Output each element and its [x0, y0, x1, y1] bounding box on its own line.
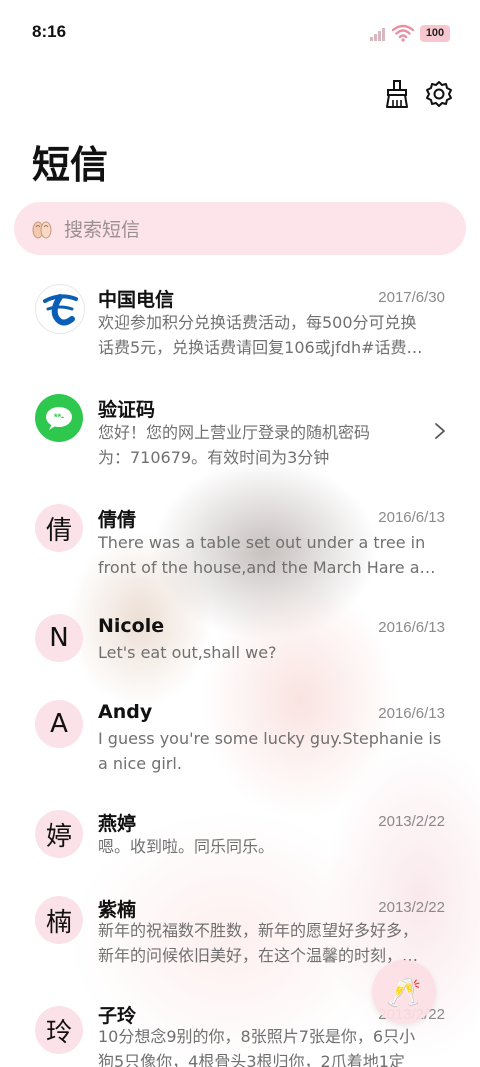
page-title: 短信	[32, 143, 109, 187]
preview-line: Let's eat out,shall we?	[98, 643, 277, 662]
battery-icon: 100	[420, 25, 450, 42]
china-telecom-logo	[43, 294, 78, 326]
message-bubble-icon: **-	[46, 407, 72, 430]
search-icon	[32, 221, 52, 238]
list-item[interactable]: 婷 燕婷 2013/2/22 嗯。收到啦。同乐同乐。	[0, 794, 480, 880]
list-item[interactable]: N Nicole 2016/6/13 Let's eat out,shall w…	[0, 598, 480, 684]
message-preview: 嗯。收到啦。同乐同乐。	[98, 834, 445, 859]
preview-line: 新年的祝福数不胜数，新年的愿望好多好多，	[98, 921, 419, 940]
message-date: 2016/6/13	[378, 619, 445, 636]
preview-line: 您好！您的网上营业厅登录的随机密码	[98, 423, 371, 442]
message-preview: I guess you're some lucky guy.Stephanie …	[98, 726, 445, 776]
message-preview: There was a table set out under a tree i…	[98, 530, 445, 580]
sender-name: 验证码	[98, 399, 156, 421]
settings-gear-icon	[426, 81, 452, 107]
message-preview: 新年的祝福数不胜数，新年的愿望好多好多， 新年的问候依旧美好，在这个温馨的时刻，…	[98, 918, 445, 968]
wifi-icon	[392, 24, 414, 42]
preview-line: front of the house,and the March Hare an…	[98, 558, 445, 577]
sender-name: Nicole	[98, 615, 165, 637]
preview-line: 话费5元，兑换话费请回复106或jfdh#话费…	[98, 338, 423, 357]
avatar: **-	[35, 394, 83, 442]
preview-line: 狗5只像你，4根骨头3根归你，2爪着地1定	[98, 1052, 405, 1067]
avatar: 婷	[35, 810, 83, 858]
cheers-glasses-icon: 🥂	[386, 975, 422, 1009]
avatar	[35, 284, 85, 334]
avatar: N	[35, 614, 83, 662]
message-date: 2013/2/22	[378, 899, 445, 916]
preview-line: a nice girl.	[98, 754, 182, 773]
preview-line: 欢迎参加积分兑换话费活动，每500分可兑换	[98, 313, 417, 332]
message-preview: 欢迎参加积分兑换话费活动，每500分可兑换 话费5元，兑换话费请回复106或jf…	[98, 310, 445, 360]
settings-button[interactable]	[424, 78, 454, 110]
avatar: 楠	[35, 896, 83, 944]
list-item[interactable]: 倩 倩倩 2016/6/13 There was a table set out…	[0, 488, 480, 598]
sender-name: Andy	[98, 701, 153, 723]
sender-name: 燕婷	[98, 813, 137, 835]
chevron-right-icon	[435, 423, 445, 439]
message-date: 2013/2/22	[378, 813, 445, 830]
status-bar: 8:16 100	[0, 0, 480, 66]
avatar: 倩	[35, 504, 83, 552]
message-date: 2017/6/30	[378, 289, 445, 306]
preview-line: There was a table set out under a tree i…	[98, 533, 426, 552]
clean-brush-button[interactable]	[382, 78, 412, 110]
list-item[interactable]: A Andy 2016/6/13 I guess you're some luc…	[0, 684, 480, 794]
sender-name: 中国电信	[98, 289, 175, 311]
compose-button[interactable]: 🥂	[372, 960, 436, 1024]
search-bar[interactable]: 搜索短信	[14, 202, 466, 255]
list-item[interactable]: **- 验证码 您好！您的网上营业厅登录的随机密码 为：710679。有效时间为…	[0, 378, 480, 488]
preview-line: I guess you're some lucky guy.Stephanie …	[98, 729, 442, 748]
avatar: A	[35, 700, 83, 748]
message-preview: 您好！您的网上营业厅登录的随机密码 为：710679。有效时间为3分钟	[98, 420, 408, 470]
message-preview: Let's eat out,shall we?	[98, 640, 445, 665]
message-date: 2016/6/13	[378, 509, 445, 526]
message-preview: 10分想念9别的你，8张照片7张是你，6只小 狗5只像你，4根骨头3根归你，2爪…	[98, 1024, 445, 1067]
signal-icon	[370, 28, 385, 41]
search-input[interactable]: 搜索短信	[64, 215, 140, 242]
preview-line: 嗯。收到啦。同乐同乐。	[98, 837, 275, 856]
status-time: 8:16	[32, 22, 67, 41]
list-item[interactable]: 中国电信 2017/6/30 欢迎参加积分兑换话费活动，每500分可兑换 话费5…	[0, 268, 480, 378]
preview-line: 为：710679。有效时间为3分钟	[98, 448, 330, 467]
preview-line: 10分想念9别的你，8张照片7张是你，6只小	[98, 1027, 416, 1046]
avatar: 玲	[35, 1006, 83, 1054]
sender-name: 倩倩	[98, 509, 137, 531]
clean-brush-icon	[386, 80, 408, 108]
message-date: 2016/6/13	[378, 705, 445, 722]
svg-text:**-: **-	[54, 412, 64, 422]
